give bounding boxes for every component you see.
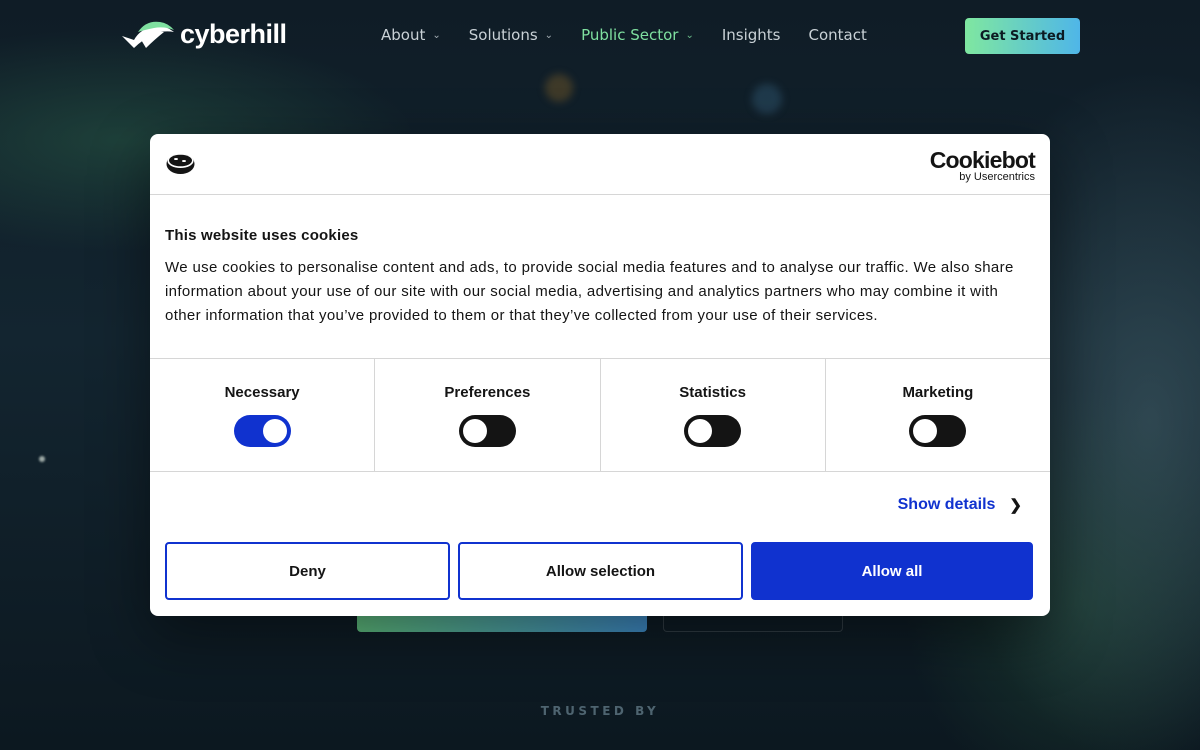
cookie-dialog-header: Cookiebot by Usercentrics: [150, 134, 1050, 195]
nav-item-label: Solutions: [468, 26, 538, 44]
top-navigation: cyberhill About ⌄ Solutions ⌄ Public Sec…: [0, 0, 1200, 72]
cookie-dialog-title: This website uses cookies: [165, 227, 359, 244]
bokeh-light: [39, 456, 45, 462]
chevron-down-icon: ⌄: [544, 29, 554, 41]
show-details-link[interactable]: Show details ❯: [898, 496, 1022, 514]
show-details-label: Show details: [897, 496, 996, 513]
cookie-icon: [166, 154, 195, 174]
marketing-toggle[interactable]: [909, 415, 967, 447]
main-menu: About ⌄ Solutions ⌄ Public Sector ⌄ Insi…: [381, 26, 895, 44]
bokeh-light: [752, 84, 782, 114]
nav-item-contact[interactable]: Contact: [808, 26, 866, 44]
nav-item-label: About: [381, 26, 426, 44]
nav-item-public-sector[interactable]: Public Sector ⌄: [581, 26, 694, 44]
chevron-down-icon: ⌄: [685, 29, 694, 41]
cyberhill-logo[interactable]: cyberhill: [120, 18, 287, 52]
cookie-consent-dialog: Cookiebot by Usercentrics This website u…: [150, 134, 1050, 616]
cookiebot-brand-name: Cookiebot: [929, 147, 1036, 173]
category-statistics: Statistics: [601, 359, 826, 471]
category-preferences: Preferences: [375, 359, 601, 471]
chevron-right-icon: ❯: [1009, 497, 1022, 514]
get-started-button[interactable]: Get Started: [965, 18, 1080, 54]
category-label: Statistics: [679, 384, 746, 401]
cookie-action-buttons: Deny Allow selection Allow all: [165, 542, 1033, 600]
cyberhill-logo-icon: [122, 21, 174, 48]
nav-item-label: Public Sector: [581, 26, 679, 44]
category-marketing: Marketing: [826, 359, 1050, 471]
toggle-knob: [913, 419, 938, 443]
deny-button[interactable]: Deny: [165, 542, 450, 600]
toggle-knob: [688, 419, 713, 443]
toggle-knob: [462, 419, 487, 443]
necessary-toggle[interactable]: [233, 415, 291, 447]
chevron-down-icon: ⌄: [432, 29, 441, 41]
nav-item-label: Insights: [721, 26, 781, 44]
category-necessary: Necessary: [150, 359, 376, 471]
details-row: Show details ❯: [150, 472, 1050, 542]
bokeh-light: [545, 74, 573, 102]
toggle-knob: [262, 419, 287, 443]
category-label: Preferences: [444, 384, 531, 401]
cookie-category-toggles: Necessary Preferences Statistics Marketi…: [150, 359, 1050, 472]
logo-text: cyberhill: [180, 18, 287, 49]
cookie-dialog-body: This website uses cookies We use cookies…: [150, 195, 1050, 359]
allow-all-button[interactable]: Allow all: [751, 542, 1033, 600]
nav-item-label: Contact: [808, 26, 867, 44]
nav-item-solutions[interactable]: Solutions ⌄: [469, 26, 553, 44]
trusted-by-label: TRUSTED BY: [540, 704, 660, 718]
nav-item-insights[interactable]: Insights: [722, 26, 781, 44]
category-label: Marketing: [902, 384, 974, 401]
statistics-toggle[interactable]: [684, 415, 742, 447]
preferences-toggle[interactable]: [458, 415, 516, 447]
allow-selection-button[interactable]: Allow selection: [458, 542, 743, 600]
cookiebot-logo[interactable]: Cookiebot by Usercentrics: [929, 147, 1036, 183]
category-label: Necessary: [224, 384, 300, 401]
cookie-dialog-text: We use cookies to personalise content an…: [165, 259, 1014, 324]
nav-item-about[interactable]: About ⌄: [381, 26, 441, 44]
